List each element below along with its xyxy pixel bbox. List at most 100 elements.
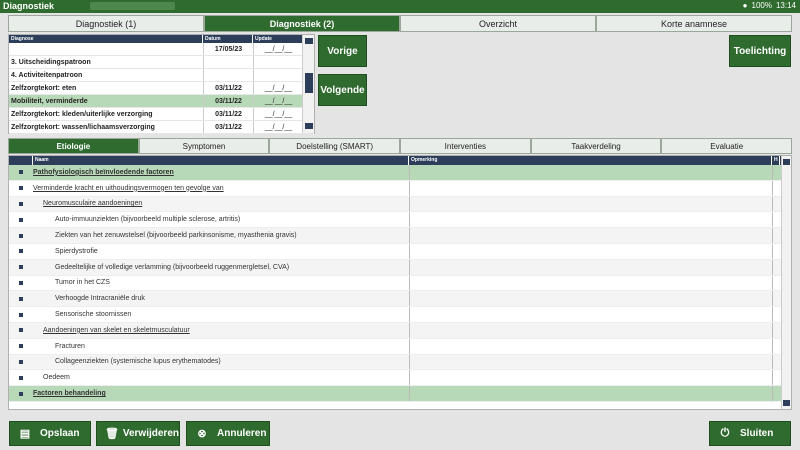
etiologie-row[interactable]: Gedeeltelijke of volledige verlamming (b… xyxy=(9,259,791,276)
etiologie-remark[interactable] xyxy=(409,228,772,243)
etiologie-row[interactable]: Neuromusculaire aandoeningen xyxy=(9,196,791,213)
tab-diagnostiek-2[interactable]: Diagnostiek (2) xyxy=(204,15,400,32)
etiologie-remark[interactable] xyxy=(409,322,772,338)
header-h[interactable]: H xyxy=(772,156,780,165)
tab-overzicht[interactable]: Overzicht xyxy=(400,15,596,32)
delete-button[interactable]: 🗑 Verwijderen xyxy=(96,421,180,446)
diagnose-name: 4. Activiteitenpatroon xyxy=(11,71,83,79)
grid-scroll-up-icon[interactable] xyxy=(783,159,790,165)
cancel-button[interactable]: ⊗ Annuleren xyxy=(186,421,270,446)
tab-etiologie[interactable]: Etiologie xyxy=(8,138,139,154)
scroll-thumb[interactable] xyxy=(305,73,313,93)
etiologie-remark[interactable] xyxy=(409,370,772,386)
row-marker xyxy=(9,186,33,191)
diagnose-name: Mobiliteit, verminderde xyxy=(11,97,88,105)
header-datum[interactable]: Datum xyxy=(203,35,253,43)
etiologie-row[interactable]: Ziekten van het zenuwstelsel (bijvoorbee… xyxy=(9,228,791,244)
tab-doelstelling[interactable]: Doelstelling (SMART) xyxy=(269,138,401,154)
header-marker[interactable] xyxy=(9,156,33,165)
etiologie-remark[interactable] xyxy=(409,338,772,354)
tab-diagnostiek-1[interactable]: Diagnostiek (1) xyxy=(8,15,204,32)
etiologie-row[interactable]: Oedeem xyxy=(9,370,791,387)
etiologie-row[interactable]: Spierdystrofie xyxy=(9,243,791,260)
diagnose-row[interactable]: Zelfzorgtekort: kleden/uiterlijke verzor… xyxy=(9,108,314,121)
tab-symptomen[interactable]: Symptomen xyxy=(138,138,270,154)
toelichting-button[interactable]: Toelichting xyxy=(729,35,791,67)
header-naam[interactable]: Naam xyxy=(33,156,409,165)
grid-scroll-down-icon[interactable] xyxy=(783,400,790,406)
grid-scrollbar[interactable] xyxy=(781,156,791,409)
diagnose-row[interactable]: Zelfzorgtekort: eten 03/11/22 __/__/__ xyxy=(9,82,314,95)
etiologie-remark[interactable] xyxy=(409,354,772,370)
etiologie-row[interactable]: Collageenziekten (systemische lupus eryt… xyxy=(9,354,791,371)
tab-evaluatie[interactable]: Evaluatie xyxy=(661,138,793,154)
diagnose-update[interactable]: __/__/__ xyxy=(253,121,303,133)
app-title: Diagnostiek xyxy=(3,1,55,11)
diagnose-row[interactable]: Zelfzorgtekort: wassen/lichaamsverzorgin… xyxy=(9,121,314,134)
save-icon: ▤ xyxy=(19,428,31,440)
etiologie-h xyxy=(772,307,780,322)
close-button[interactable]: ⏻ Sluiten xyxy=(709,421,791,446)
row-marker xyxy=(9,217,33,222)
save-button[interactable]: ▤ Opslaan xyxy=(9,421,91,446)
etiologie-remark[interactable] xyxy=(409,291,772,307)
scroll-up-icon[interactable] xyxy=(305,38,313,44)
diagnose-name: Zelfzorgtekort: eten xyxy=(11,84,77,92)
diagnose-update[interactable] xyxy=(253,56,303,68)
header-opmerking[interactable]: Opmerking xyxy=(409,156,772,165)
square-icon xyxy=(19,344,23,349)
etiologie-row[interactable]: Fracturen xyxy=(9,338,791,355)
etiologie-row[interactable]: Verhoogde Intracraniële druk xyxy=(9,291,791,308)
etiologie-row[interactable]: Factoren behandeling xyxy=(9,386,791,402)
etiologie-remark[interactable] xyxy=(409,180,772,196)
diagnose-row[interactable]: 4. Activiteitenpatroon xyxy=(9,69,314,82)
etiologie-row[interactable]: Sensorische stoornissen xyxy=(9,307,791,323)
next-button[interactable]: Volgende xyxy=(318,74,367,106)
diagnose-update[interactable]: __/__/__ xyxy=(253,95,303,107)
row-marker xyxy=(9,344,33,349)
row-marker xyxy=(9,375,33,380)
etiologie-row[interactable]: Verminderde kracht en uithoudingsvermoge… xyxy=(9,180,791,197)
etiologie-remark[interactable] xyxy=(409,212,772,228)
etiologie-remark[interactable] xyxy=(409,259,772,275)
diagnose-date: 03/11/22 xyxy=(203,82,253,94)
diagnose-update[interactable]: __/__/__ xyxy=(253,43,303,55)
etiologie-remark[interactable] xyxy=(409,165,772,180)
prev-button[interactable]: Vorige xyxy=(318,35,367,67)
etiologie-remark[interactable] xyxy=(409,386,772,401)
trash-icon: 🗑 xyxy=(104,428,119,440)
etiologie-name: Neuromusculaire aandoeningen xyxy=(43,200,143,208)
square-icon xyxy=(19,170,23,175)
diagnose-name: Zelfzorgtekort: kleden/uiterlijke verzor… xyxy=(11,110,153,118)
etiologie-row[interactable]: Aandoeningen van skelet en skeletmuscula… xyxy=(9,322,791,339)
diagnose-list-scrollbar[interactable] xyxy=(302,35,314,133)
battery-percent: 100% xyxy=(751,1,772,10)
row-marker xyxy=(9,312,33,317)
etiologie-remark[interactable] xyxy=(409,275,772,291)
etiologie-name: Verminderde kracht en uithoudingsvermoge… xyxy=(33,184,224,192)
etiologie-row[interactable]: Auto-immuunziekten (bijvoorbeeld multipl… xyxy=(9,212,791,229)
row-marker xyxy=(9,201,33,206)
tab-korte-anamnese[interactable]: Korte anamnese xyxy=(596,15,792,32)
row-marker xyxy=(9,391,33,396)
etiologie-remark[interactable] xyxy=(409,307,772,322)
scroll-down-icon[interactable] xyxy=(305,123,313,129)
diagnose-row[interactable]: Mobiliteit, verminderde 03/11/22 __/__/__ xyxy=(9,95,314,108)
cancel-icon: ⊗ xyxy=(197,428,207,440)
diagnose-update[interactable] xyxy=(253,69,303,81)
diagnose-list: Diagnose Datum Update 17/05/23 __/__/__ 3.… xyxy=(8,34,315,134)
etiologie-name: Tumor in het CZS xyxy=(55,279,110,287)
etiologie-row[interactable]: Pathofysiologisch beïnvloedende factoren xyxy=(9,165,791,181)
diagnose-row[interactable]: 3. Uitscheidingspatroon xyxy=(9,56,314,69)
header-update[interactable]: Update xyxy=(253,35,303,43)
tab-interventies[interactable]: Interventies xyxy=(400,138,531,154)
etiologie-remark[interactable] xyxy=(409,243,772,259)
header-diagnose[interactable]: Diagnose xyxy=(9,35,203,43)
tab-taakverdeling[interactable]: Taakverdeling xyxy=(530,138,662,154)
diagnose-update[interactable]: __/__/__ xyxy=(253,82,303,94)
etiologie-remark[interactable] xyxy=(409,196,772,212)
diagnose-update[interactable]: __/__/__ xyxy=(253,108,303,120)
etiologie-row[interactable]: Tumor in het CZS xyxy=(9,275,791,292)
diagnose-row[interactable]: 17/05/23 __/__/__ xyxy=(9,43,314,56)
etiologie-h xyxy=(772,228,780,243)
